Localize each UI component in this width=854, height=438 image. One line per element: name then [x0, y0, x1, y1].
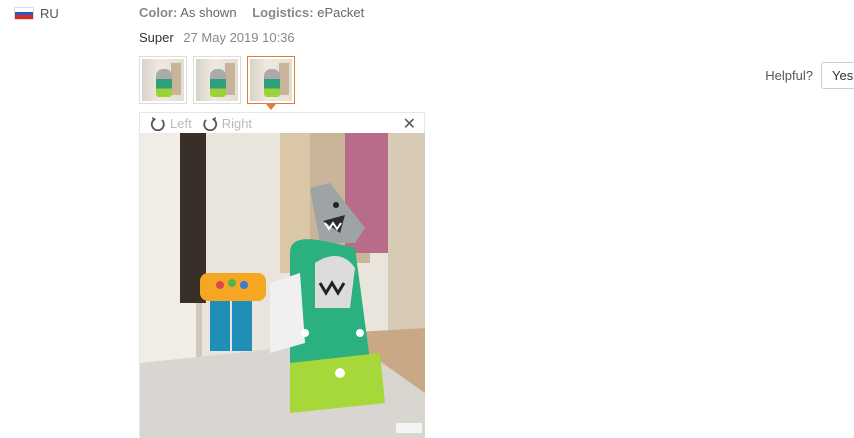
review-thumbnails [139, 56, 295, 110]
thumbnail-image [142, 59, 184, 101]
order-attributes: Color: As shown Logistics: ePacket [139, 5, 376, 20]
rotate-right-label: Right [221, 115, 253, 131]
russia-flag-icon [14, 7, 34, 20]
review-date: 27 May 2019 10:36 [183, 30, 295, 45]
rotate-right-button[interactable]: Right [202, 115, 252, 131]
helpful-vote: Helpful? Yes [765, 62, 854, 89]
review-thumbnail[interactable] [193, 56, 241, 104]
color-attribute: Color: As shown [139, 5, 240, 20]
rotate-left-label: Left [170, 115, 192, 131]
reviewer-country: RU [14, 6, 59, 21]
review-text: Super [139, 30, 174, 45]
helpful-label: Helpful? [765, 68, 813, 83]
color-value: As shown [180, 5, 237, 20]
logistics-label: Logistics: [252, 5, 314, 20]
image-viewer: Left Right ✕ [139, 112, 425, 438]
review-photo [140, 133, 425, 438]
review-content: Super 27 May 2019 10:36 [139, 30, 295, 45]
active-caret-icon [266, 104, 276, 110]
rotate-left-button[interactable]: Left [150, 115, 192, 131]
thumbnail-image [250, 59, 292, 101]
logistics-value: ePacket [317, 5, 365, 20]
thumbnail-image [196, 59, 238, 101]
review-thumbnail[interactable] [139, 56, 187, 104]
rotate-right-icon [203, 117, 217, 131]
viewer-toolbar: Left Right ✕ [140, 113, 424, 133]
color-label: Color: [139, 5, 178, 20]
country-code: RU [40, 6, 59, 21]
review-thumbnail-active[interactable] [247, 56, 295, 110]
close-icon[interactable]: ✕ [403, 114, 416, 134]
logistics-attribute: Logistics: ePacket [252, 5, 364, 20]
helpful-yes-button[interactable]: Yes [821, 62, 854, 89]
rotate-left-icon [150, 117, 165, 131]
review-photo-image [140, 133, 425, 438]
